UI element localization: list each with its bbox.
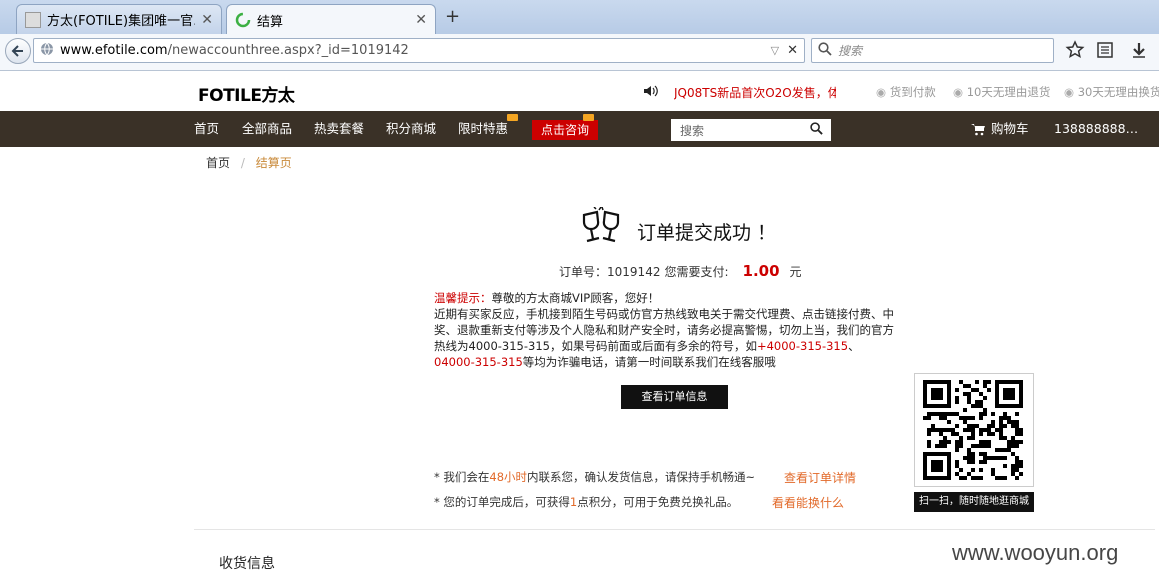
site-search-placeholder: 搜索 [680, 123, 705, 138]
notice-line-1: 温馨提示：尊敬的方太商城VIP顾客，您好！ [434, 290, 924, 306]
bullet-points: * 您的订单完成后，可获得1点积分，可用于免费兑换礼品。 [434, 494, 738, 510]
cart-link[interactable]: 购物车 [991, 111, 1029, 147]
nav-points-mall[interactable]: 积分商城 [386, 111, 436, 147]
browser-tab-active[interactable]: 结算 ✕ [226, 4, 436, 35]
scam-number: +4000-315-315 [756, 339, 849, 353]
cheers-glasses-icon [578, 206, 624, 250]
cart-icon[interactable] [971, 123, 985, 139]
notice-line-2: 近期有买家反应，手机接到陌生号码或仿官方热线致电关于需交代理费、点击链接付费、中 [434, 307, 894, 321]
back-arrow-icon[interactable] [5, 38, 31, 64]
url-path: /newaccounthree.aspx?_id=1019142 [167, 43, 409, 58]
bullet-text: 点积分，可用于免费兑换礼品。 [577, 495, 739, 509]
redeem-gifts-link[interactable]: 看看能换什么 [772, 494, 844, 511]
search-icon [818, 42, 832, 59]
pay-label: 您需要支付: [664, 265, 729, 279]
loading-spinner-icon [235, 12, 251, 28]
security-notice: 温馨提示：尊敬的方太商城VIP顾客，您好！ 近期有买家反应，手机接到陌生号码或仿… [434, 290, 924, 370]
nav-home[interactable]: 首页 [194, 111, 219, 147]
bookmarks-list-icon[interactable] [1096, 41, 1114, 62]
view-order-detail-link[interactable]: 查看订单详情 [784, 469, 856, 486]
nav-hot-bundles[interactable]: 热卖套餐 [314, 111, 364, 147]
tab-label: 方太(FOTILE)集团唯一官… [47, 14, 196, 29]
service-exchange: ◉ 30天无理由换货 [1064, 84, 1159, 100]
user-account-link[interactable]: 138888888… [1054, 111, 1138, 147]
service-label: 10天无理由退货 [966, 85, 1051, 99]
bullet-text: 内联系您，确认发货信息，请保持手机畅通~ [527, 470, 756, 484]
close-tab-icon[interactable]: ✕ [415, 12, 427, 28]
view-order-button[interactable]: 查看订单信息 [621, 385, 728, 409]
check-circle-icon: ◉ [1064, 85, 1075, 99]
bullet-contact: * 我们会在48小时内联系您，确认发货信息，请保持手机畅通~ [434, 469, 755, 485]
url-domain: www.efotile.com [60, 43, 168, 58]
notice-line-3: 奖、退款重新支付等涉及个人隐私和财产安全时，请务必提高警惕，切勿上当，我们的官方 [434, 323, 894, 337]
address-bar[interactable]: www.efotile.com/newaccounthree.aspx?_id=… [33, 38, 805, 63]
service-return: ◉ 10天无理由退货 [953, 84, 1050, 100]
check-circle-icon: ◉ [953, 85, 964, 99]
section-divider [194, 529, 1155, 530]
globe-icon [40, 42, 54, 59]
order-summary-line: 订单号： 1019142 您需要支付: 1.00 元 [559, 262, 802, 280]
browser-tab-inactive[interactable]: 方太(FOTILE)集团唯一官… ✕ [16, 4, 222, 34]
notice-line-5: 04000-315-315等均为诈骗电话，请第一时间联系我们在线客服哦 [434, 354, 924, 370]
new-badge-icon [583, 114, 594, 121]
notice-greeting: 尊敬的方太商城VIP顾客，您好！ [491, 291, 660, 305]
download-arrow-icon[interactable] [1130, 41, 1148, 62]
page-favicon-icon [25, 11, 41, 28]
bullet-text: * 我们会在 [434, 470, 490, 484]
check-circle-icon: ◉ [876, 85, 887, 99]
order-number-label: 订单号： [559, 265, 608, 279]
new-tab-button[interactable]: + [445, 6, 460, 27]
fotile-logo[interactable]: FOTILE方太 [198, 81, 295, 106]
bookmark-star-icon[interactable] [1065, 40, 1085, 63]
pay-amount: 1.00 [742, 262, 780, 280]
announcement-marquee[interactable]: JQ08TS新品首次O2O发售，体验 [674, 84, 836, 101]
shipping-info-title: 收货信息 [219, 556, 275, 572]
wooyun-watermark: www.wooyun.org [952, 540, 1119, 565]
breadcrumb-home[interactable]: 首页 [206, 156, 230, 170]
nav-flash-sale[interactable]: 限时特惠 [458, 111, 508, 147]
bullet-text: * 您的订单完成后，可获得 [434, 495, 570, 509]
close-tab-icon[interactable]: ✕ [201, 12, 213, 28]
order-success-title: 订单提交成功 ！ [637, 222, 777, 244]
nav-all-products[interactable]: 全部商品 [242, 111, 292, 147]
notice-line-4: 热线为4000-315-315，如果号码前面或后面有多余的符号，如+4000-3… [434, 338, 924, 354]
qr-caption: 扫一扫，随时随地逛商城 [914, 492, 1034, 512]
new-badge-icon [507, 114, 518, 121]
site-search-input[interactable]: 搜索 [671, 119, 831, 141]
breadcrumb-separator: / [240, 156, 245, 170]
qr-code [914, 373, 1034, 487]
breadcrumb: 首页 / 结算页 [206, 154, 292, 171]
search-icon[interactable] [810, 122, 823, 138]
stop-icon[interactable]: ✕ [787, 43, 798, 58]
order-number: 1019142 [607, 265, 661, 279]
currency-label: 元 [789, 265, 802, 279]
scam-number: 04000-315-315 [434, 355, 523, 369]
browser-search-placeholder: 搜索 [838, 44, 863, 58]
browser-search-box[interactable]: 搜索 [811, 38, 1054, 63]
notice-text: 等均为诈骗电话，请第一时间联系我们在线客服哦 [522, 355, 776, 369]
service-cod: ◉ 货到付款 [876, 84, 936, 100]
breadcrumb-current: 结算页 [255, 156, 292, 170]
notice-separator: 、 [848, 339, 860, 353]
service-label: 30天无理由换货 [1077, 85, 1159, 99]
history-dropdown-icon[interactable]: ▽ [771, 44, 779, 57]
bullet-highlight: 48小时 [489, 470, 528, 484]
notice-label: 温馨提示： [434, 291, 492, 305]
speaker-icon [643, 84, 659, 101]
service-label: 货到付款 [889, 85, 936, 99]
notice-text: 热线为4000-315-315，如果号码前面或后面有多余的符号，如 [434, 339, 757, 353]
tab-label: 结算 [257, 14, 284, 30]
consult-button[interactable]: 点击咨询 [532, 120, 598, 140]
